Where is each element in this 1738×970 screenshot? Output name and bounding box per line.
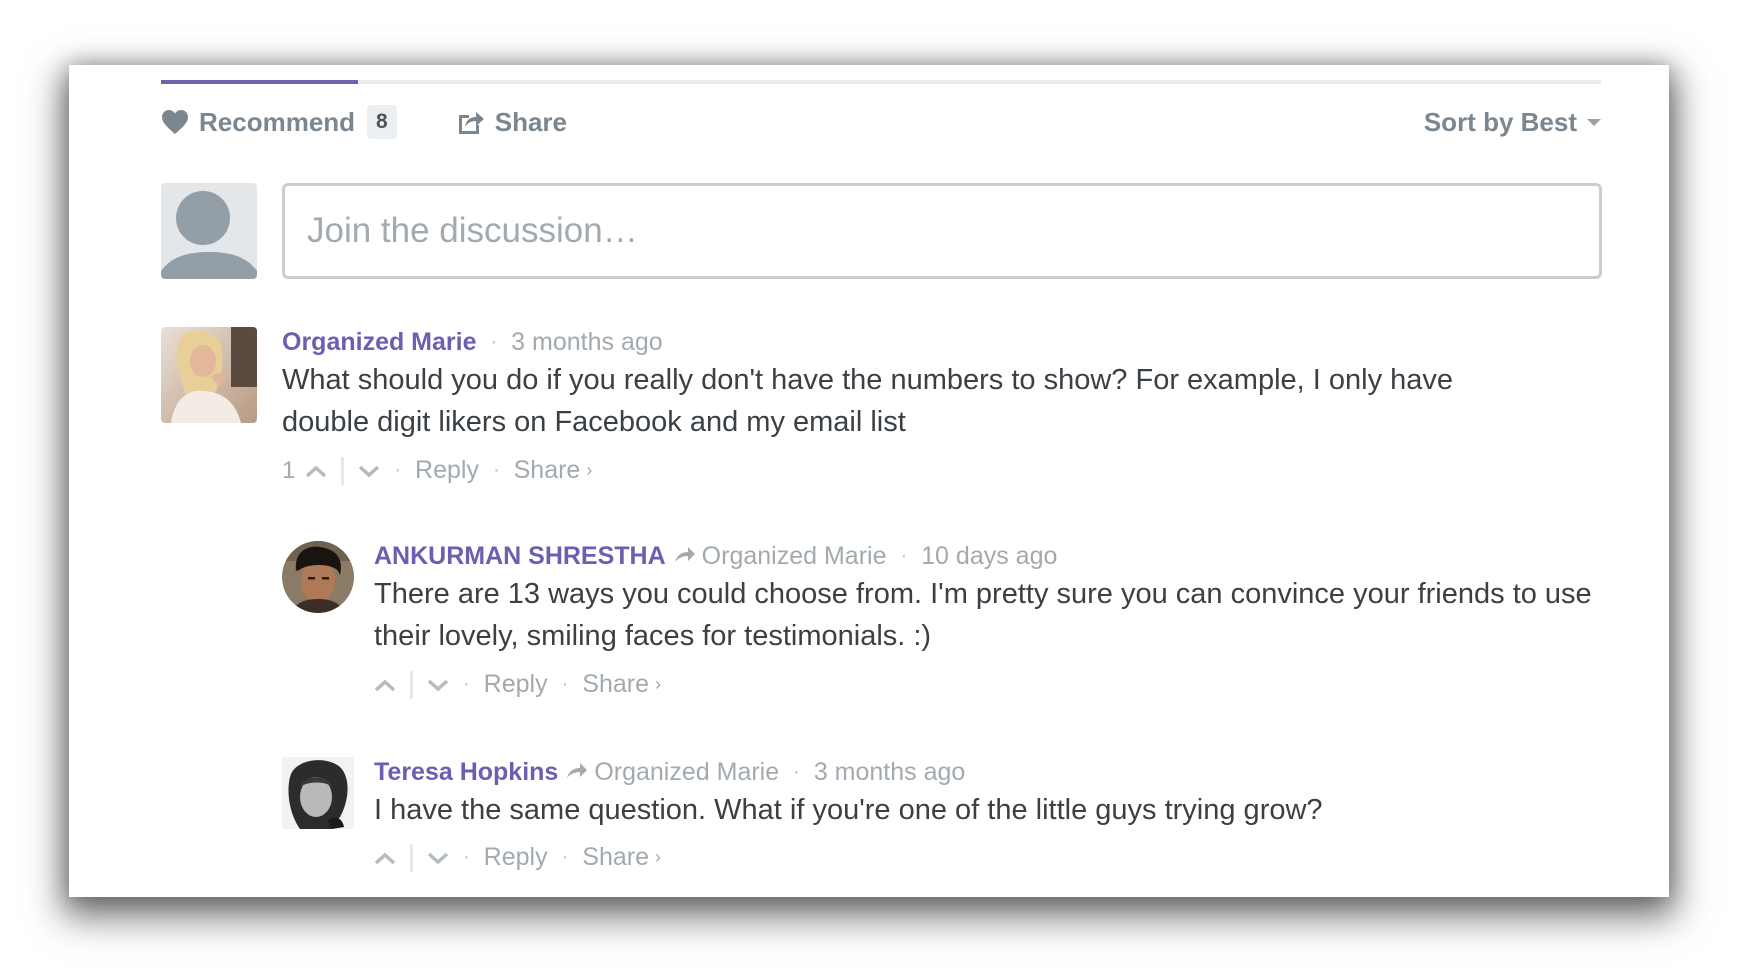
share-link[interactable]: Share (582, 843, 649, 872)
in-reply-to-link[interactable]: Organized Marie (702, 541, 887, 571)
avatar-photo (161, 327, 257, 423)
reply-link[interactable]: Reply (484, 670, 548, 699)
downvote-button[interactable] (427, 678, 449, 692)
vote-count: 1 (282, 456, 296, 484)
comment-actions: 1 · Reply · Share › (282, 456, 592, 485)
comment-header: ANKURMAN SHRESTHA Organized Marie · 10 d… (374, 541, 1057, 571)
comments-panel: Recommend 8 Share Sort by Best Join the … (69, 65, 1669, 897)
comment-body: What should you do if you really don't h… (282, 364, 1454, 438)
share-label: Share (494, 106, 567, 137)
separator-dot: · (793, 761, 800, 783)
timestamp[interactable]: 3 months ago (814, 757, 966, 787)
default-user-icon (161, 191, 257, 279)
vote-divider (341, 456, 345, 485)
downvote-button[interactable] (358, 464, 380, 478)
chevron-right-icon: › (654, 674, 661, 694)
sort-label: Sort by Best (1423, 106, 1577, 137)
author-name[interactable]: ANKURMAN SHRESTHA (374, 541, 666, 571)
chevron-up-icon (374, 852, 396, 864)
separator-dot: · (561, 846, 569, 868)
downvote-button[interactable] (427, 851, 449, 865)
join-discussion-input[interactable] (282, 183, 1602, 279)
comment-header: Organized Marie · 3 months ago (282, 327, 663, 357)
comment-header: Teresa Hopkins Organized Marie · 3 month… (374, 757, 965, 787)
separator-dot: · (490, 331, 498, 353)
vote-divider (410, 843, 413, 872)
recommend-button[interactable]: Recommend 8 (161, 105, 397, 139)
avatar-photo (282, 757, 354, 829)
current-user-avatar (161, 183, 257, 279)
separator-dot: · (561, 673, 569, 695)
share-link[interactable]: Share (514, 456, 581, 485)
reply-arrow-icon (674, 541, 696, 571)
avatar[interactable] (282, 541, 354, 613)
reply-comment: Teresa Hopkins Organized Marie · 3 month… (282, 757, 1602, 887)
upvote-button[interactable] (305, 464, 327, 478)
discussion-toolbar: Recommend 8 Share Sort by Best (161, 103, 1601, 141)
comment-body: I have the same question. What if you're… (374, 794, 1323, 826)
comment: Organized Marie · 3 months ago What shou… (161, 327, 1601, 507)
chevron-up-icon (306, 465, 327, 477)
separator-dot: · (900, 545, 908, 567)
separator-dot: · (394, 459, 402, 481)
share-discussion-button[interactable]: Share (457, 107, 567, 138)
avatar[interactable] (161, 327, 257, 423)
sort-dropdown[interactable]: Sort by Best (1424, 107, 1601, 138)
comment-actions: · Reply · Share › (374, 670, 661, 699)
recommend-count-badge: 8 (367, 105, 397, 139)
separator-dot: · (492, 459, 500, 481)
share-link[interactable]: Share (582, 670, 649, 699)
active-tab-indicator (161, 80, 358, 84)
comment-actions: · Reply · Share › (374, 843, 661, 872)
comment-body: There are 13 ways you could choose from.… (374, 578, 1592, 652)
vote-divider (410, 670, 413, 699)
chevron-up-icon (374, 679, 396, 691)
tab-underline (161, 80, 1601, 84)
reply-link[interactable]: Reply (415, 456, 479, 485)
in-reply-to-link[interactable]: Organized Marie (594, 757, 779, 787)
avatar-photo (282, 541, 354, 613)
chevron-right-icon: › (586, 460, 593, 480)
caret-down-icon (1587, 118, 1601, 126)
heart-icon (161, 109, 189, 135)
share-icon (457, 109, 485, 135)
timestamp[interactable]: 3 months ago (511, 327, 663, 357)
chevron-right-icon: › (654, 847, 661, 867)
upvote-button[interactable] (374, 851, 396, 865)
author-name[interactable]: Organized Marie (282, 327, 477, 357)
chevron-down-icon (427, 679, 449, 691)
reply-comment: ANKURMAN SHRESTHA Organized Marie · 10 d… (282, 541, 1602, 721)
timestamp[interactable]: 10 days ago (921, 541, 1057, 571)
chevron-down-icon (359, 465, 380, 477)
chevron-down-icon (427, 852, 449, 864)
avatar[interactable] (282, 757, 354, 829)
reply-link[interactable]: Reply (484, 843, 548, 872)
recommend-label: Recommend (199, 106, 356, 137)
separator-dot: · (463, 846, 470, 868)
reply-arrow-icon (566, 757, 588, 787)
upvote-button[interactable] (374, 678, 396, 692)
separator-dot: · (463, 673, 470, 695)
author-name[interactable]: Teresa Hopkins (374, 757, 558, 787)
